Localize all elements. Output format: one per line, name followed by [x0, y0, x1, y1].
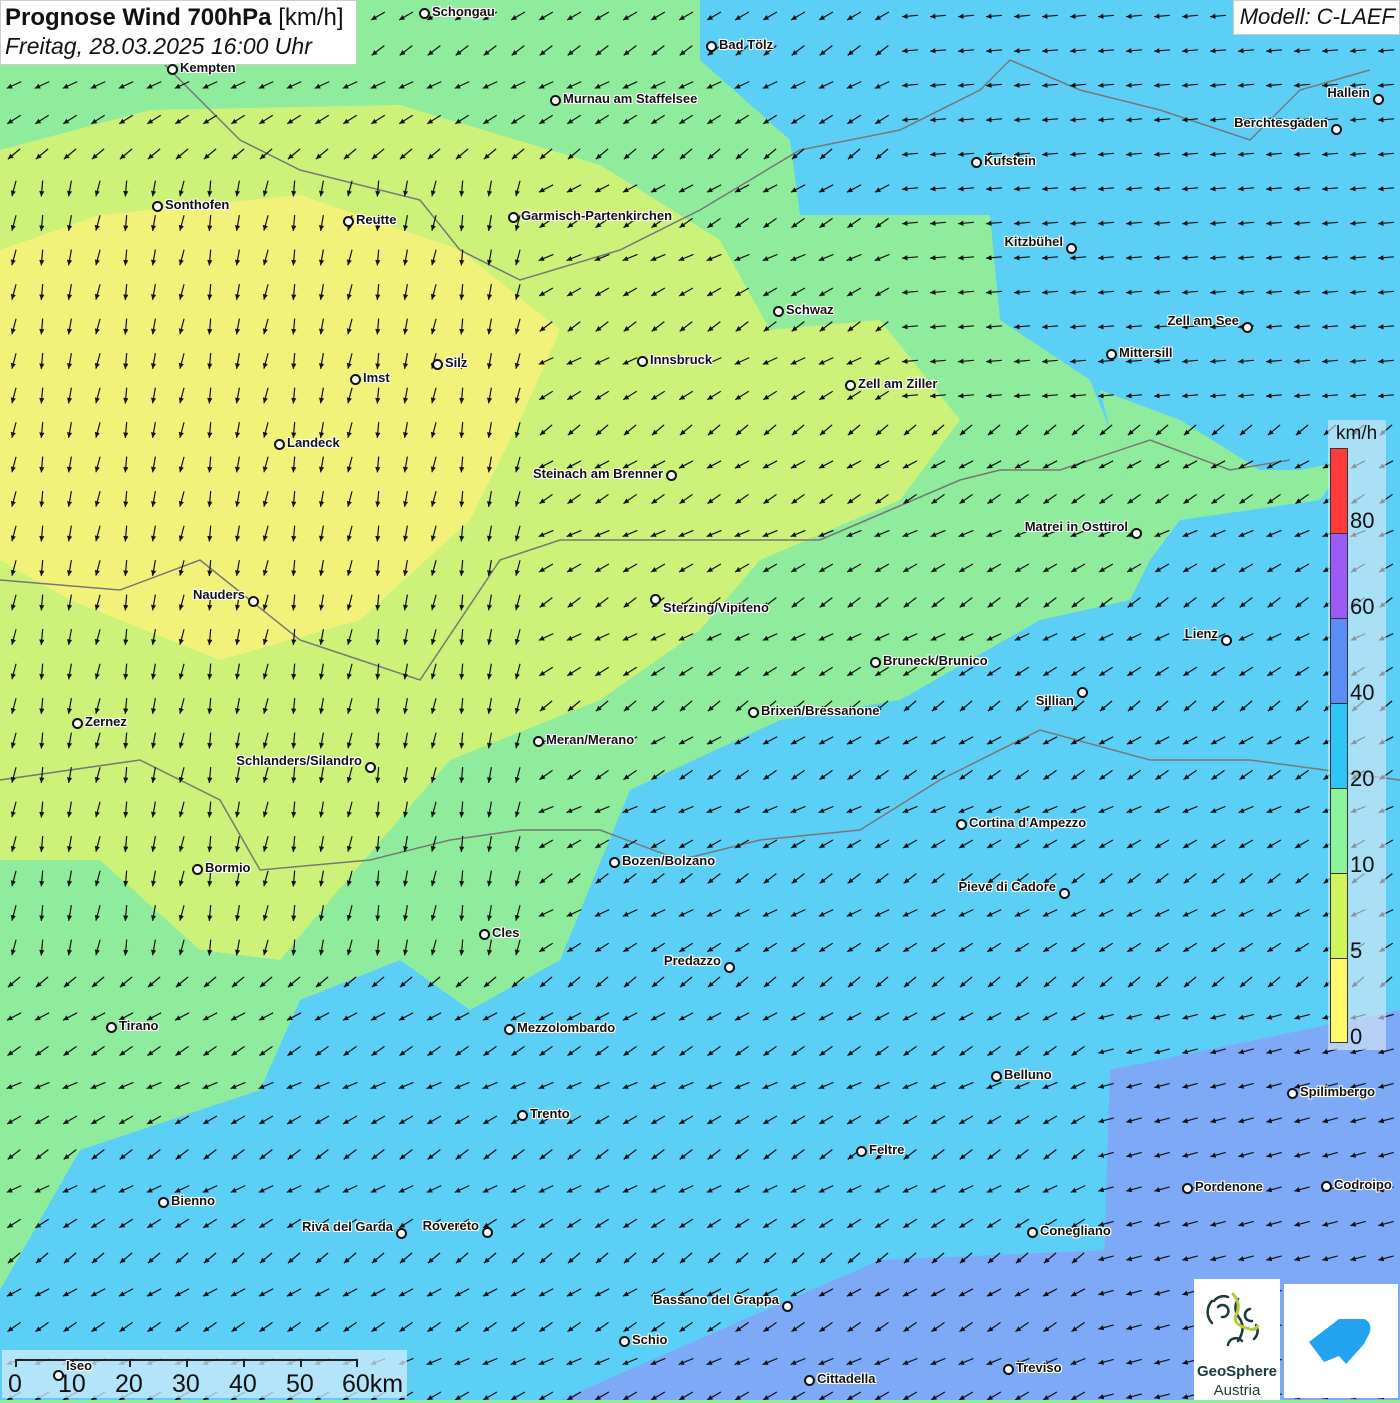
legend-tick: 80 — [1350, 508, 1375, 533]
scale-label: 30 — [172, 1370, 200, 1398]
legend-swatch — [1330, 533, 1348, 618]
scale-label: 0 — [8, 1370, 22, 1398]
legend-tick: 5 — [1350, 938, 1363, 963]
geosphere-logo[interactable]: GeoSphere Austria — [1194, 1279, 1280, 1400]
mountain-cloud-logo-icon — [1309, 1319, 1371, 1364]
geosphere-country: Austria — [1213, 1382, 1261, 1399]
legend-swatch — [1330, 788, 1348, 873]
city-label: Iseo — [66, 1358, 93, 1373]
legend-swatch — [1330, 618, 1348, 703]
map-title-unit: [km/h] — [278, 4, 344, 31]
legend-swatch — [1330, 448, 1348, 533]
scale-label: 20 — [115, 1370, 143, 1398]
model-label: Modell: C-LAEF — [1232, 0, 1400, 35]
legend-tick: 40 — [1350, 680, 1375, 705]
color-legend: km/h 80 60 40 20 10 5 0 — [1328, 420, 1386, 1050]
forecast-datetime: Freitag, 28.03.2025 16:00 Uhr — [5, 33, 312, 59]
legend-tick: 20 — [1350, 766, 1375, 791]
legend-unit: km/h — [1336, 423, 1378, 444]
legend-swatch — [1330, 703, 1348, 788]
legend-swatch — [1330, 958, 1348, 1043]
scale-label: 40 — [229, 1370, 257, 1398]
weather-app-logo[interactable] — [1284, 1284, 1398, 1398]
legend-tick: 10 — [1350, 852, 1375, 877]
scale-label: 60km — [342, 1370, 404, 1398]
legend-tick: 0 — [1350, 1024, 1363, 1049]
legend-tick: 60 — [1350, 594, 1375, 619]
scale-label: 50 — [286, 1370, 314, 1398]
map-title: Prognose Wind 700hPa [km/h] — [5, 4, 344, 31]
legend-swatch — [1330, 873, 1348, 958]
geosphere-logo-icon — [1206, 1291, 1260, 1347]
geosphere-name: GeoSphere — [1196, 1363, 1278, 1380]
title-box: Prognose Wind 700hPa [km/h] Freitag, 28.… — [0, 0, 357, 65]
legend-color-bar — [1330, 448, 1348, 1043]
